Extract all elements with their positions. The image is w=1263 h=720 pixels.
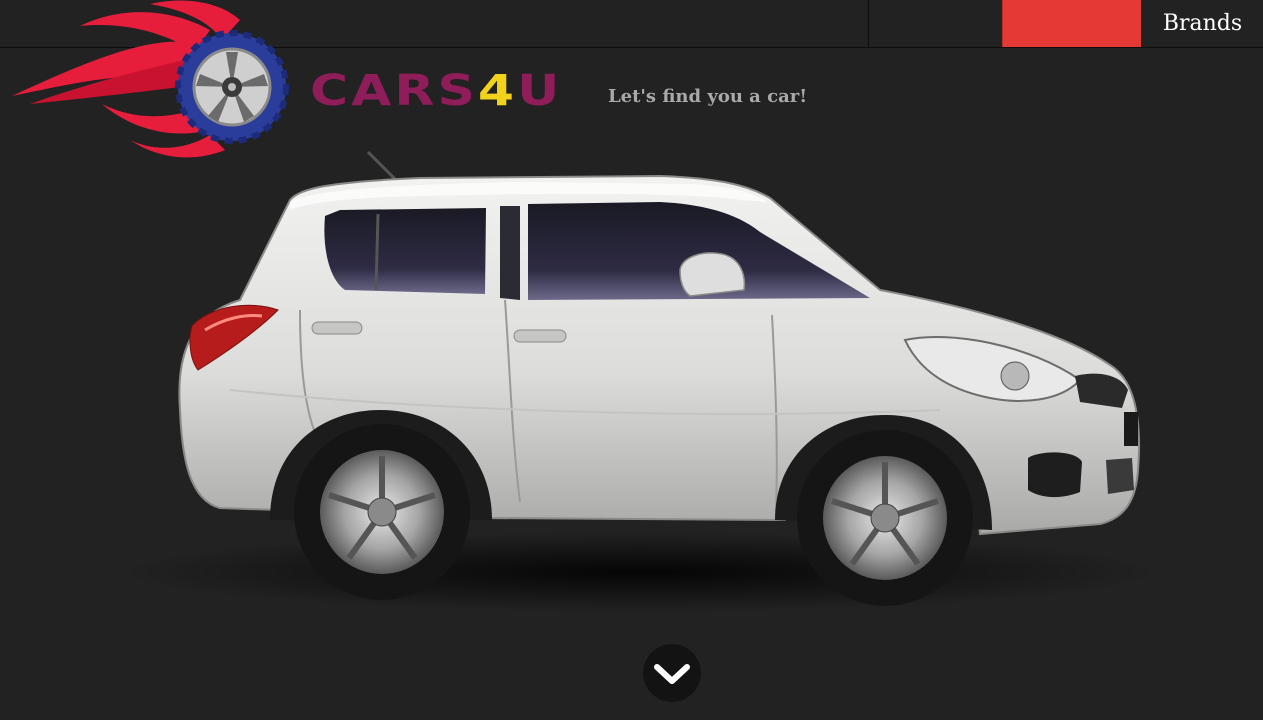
scroll-down-button[interactable] [643, 644, 701, 702]
nav-item-2[interactable] [1002, 0, 1141, 47]
rear-wheel-icon [294, 424, 470, 600]
site-logo[interactable]: CARS4U [10, 0, 610, 160]
page: Brands CARS4U Let's find you a car! [0, 0, 1263, 720]
logo-wordmark: CARS4U [310, 64, 562, 118]
hero-car-image [120, 150, 1160, 612]
wordmark-cars: CARS [310, 66, 478, 116]
nav-item-1[interactable] [868, 0, 1002, 47]
wordmark-u: U [517, 66, 563, 116]
chevron-down-icon [654, 664, 690, 684]
wordmark-four: 4 [477, 66, 518, 116]
logo-emblem-icon [12, 0, 289, 158]
front-wheel-icon [797, 430, 973, 606]
nav-item-brands[interactable]: Brands [1141, 0, 1263, 47]
tagline: Let's find you a car! [608, 86, 808, 107]
